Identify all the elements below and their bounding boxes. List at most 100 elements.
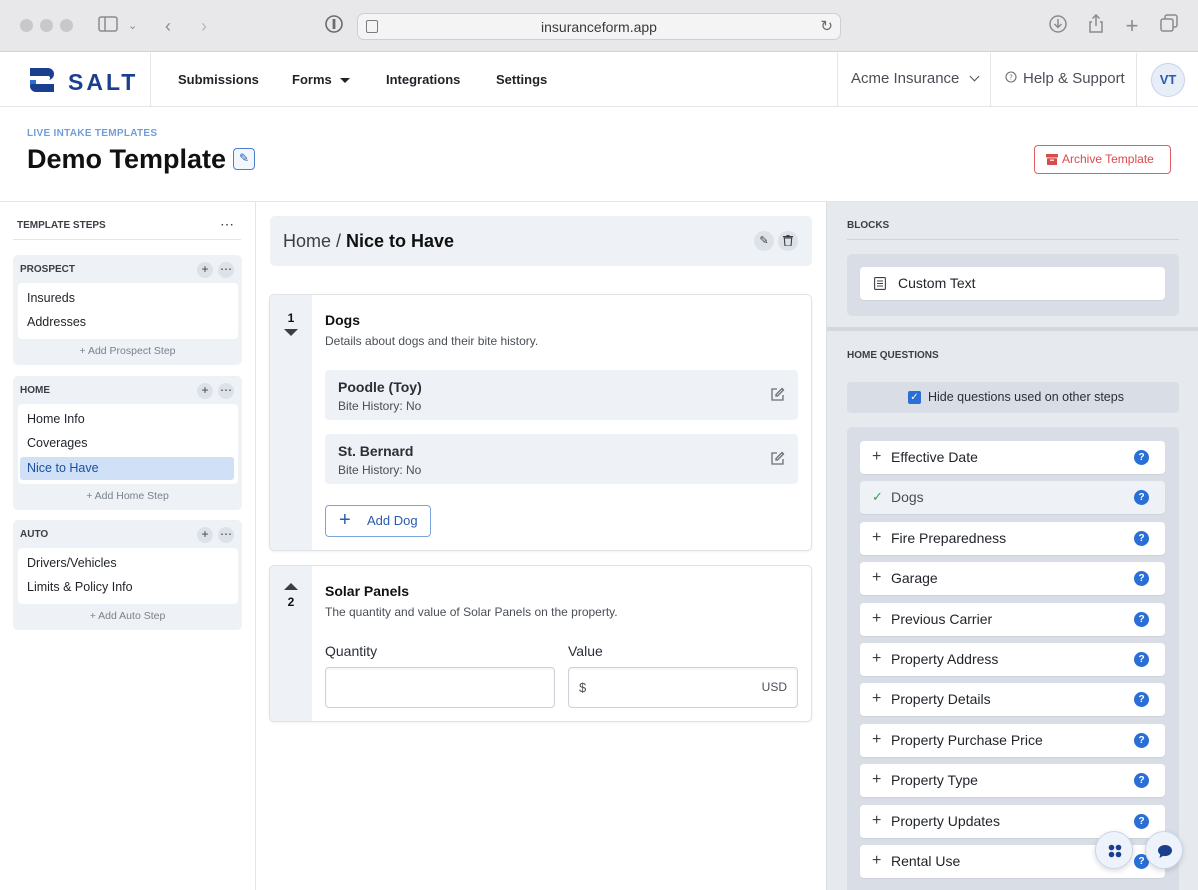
address-bar[interactable]: insuranceform.app ↻ (357, 13, 841, 40)
password-manager-icon[interactable] (324, 14, 344, 40)
pencil-icon[interactable]: ✎ (754, 231, 774, 251)
question-label: Property Details (891, 691, 991, 708)
help-icon[interactable]: ? (1134, 773, 1149, 789)
move-down-icon[interactable] (284, 329, 298, 336)
help-icon[interactable]: ? (1134, 450, 1149, 465)
chevron-down-icon[interactable]: ⌄ (128, 14, 137, 38)
nav-settings[interactable]: Settings (496, 72, 547, 87)
sidebar-toggle-icon[interactable] (97, 14, 119, 38)
edit-icon[interactable] (770, 387, 785, 402)
step-item-addresses[interactable]: Addresses (20, 311, 234, 334)
archive-label: Archive Template (1062, 152, 1154, 166)
quantity-input[interactable] (325, 667, 555, 708)
home-question-item[interactable]: + Effective Date? (860, 441, 1165, 474)
help-icon[interactable]: ? (1134, 530, 1149, 546)
checkbox-checked-icon[interactable]: ✓ (908, 391, 921, 404)
more-options-icon[interactable]: ⋯ (218, 383, 234, 399)
zoom-window-button[interactable] (60, 19, 73, 32)
share-icon[interactable] (1086, 13, 1106, 40)
salt-logo-icon (30, 68, 54, 92)
block-label: Custom Text (898, 275, 976, 291)
home-question-item[interactable]: + Property Type? (860, 764, 1165, 798)
home-question-item[interactable]: + Previous Carrier? (860, 602, 1165, 636)
download-icon[interactable] (1048, 14, 1068, 40)
close-window-button[interactable] (20, 19, 33, 32)
help-icon[interactable]: ? (1134, 732, 1149, 748)
forward-icon[interactable]: › (196, 14, 212, 38)
add-step-icon[interactable]: + (197, 383, 213, 399)
add-prospect-step-link[interactable]: + Add Prospect Step (13, 345, 242, 357)
home-question-item[interactable]: + Property Details? (860, 683, 1165, 717)
step-item-home-info[interactable]: Home Info (20, 408, 234, 431)
question-description: The quantity and value of Solar Panels o… (325, 605, 618, 619)
edit-icon[interactable] (770, 451, 785, 466)
move-up-icon[interactable] (284, 583, 298, 590)
new-tab-icon[interactable]: + (1122, 14, 1142, 38)
add-step-icon[interactable]: + (197, 527, 213, 543)
add-dog-button[interactable]: + Add Dog (325, 505, 431, 537)
back-icon[interactable]: ‹ (160, 14, 176, 38)
minimize-window-button[interactable] (40, 19, 53, 32)
reload-icon[interactable]: ↻ (820, 17, 833, 35)
home-question-item[interactable]: + Garage? (860, 562, 1165, 596)
sidebar-heading: TEMPLATE STEPS (17, 220, 106, 231)
chat-bubble-icon (1158, 845, 1172, 858)
step-item-drivers-vehicles[interactable]: Drivers/Vehicles (20, 552, 234, 575)
help-icon[interactable]: ? (1134, 571, 1149, 587)
home-questions-heading: HOME QUESTIONS (847, 350, 939, 361)
home-question-item[interactable]: + Fire Preparedness? (860, 521, 1165, 555)
question-card-solar-panels: 2 Solar Panels The quantity and value of… (269, 565, 812, 722)
step-group-home: HOME + ⋯ Home Info Coverages Nice to Hav… (13, 376, 242, 510)
step-item-insureds[interactable]: Insureds (20, 287, 234, 310)
plus-icon: + (872, 852, 882, 869)
more-options-icon[interactable]: ⋯ (218, 262, 234, 278)
dog-entry: St. Bernard Bite History: No (325, 434, 798, 484)
custom-text-block[interactable]: Custom Text (860, 267, 1165, 300)
question-label: Effective Date (891, 449, 978, 465)
step-item-limits-policy[interactable]: Limits & Policy Info (20, 576, 234, 599)
help-icon[interactable]: ? (1134, 813, 1149, 829)
breadcrumb-parent[interactable]: Home / (283, 231, 341, 252)
archive-template-button[interactable]: Archive Template (1034, 145, 1171, 174)
edit-title-button[interactable]: ✎ (233, 148, 255, 170)
help-icon[interactable]: ? (1134, 490, 1149, 506)
hide-used-questions-toggle[interactable]: ✓ Hide questions used on other steps (847, 382, 1179, 413)
more-options-icon[interactable]: ⋯ (220, 216, 234, 233)
nav-integrations[interactable]: Integrations (386, 72, 460, 87)
help-icon[interactable]: ? (1134, 692, 1149, 708)
tab-overview-icon[interactable] (1159, 14, 1179, 38)
home-questions-list: + Effective Date? ✓ Dogs? + Fire Preparedness… (847, 427, 1179, 890)
question-label: Previous Carrier (891, 610, 993, 627)
avatar[interactable]: VT (1151, 63, 1185, 97)
currency-prefix: $ (579, 680, 587, 695)
breadcrumb-eyebrow[interactable]: LIVE INTAKE TEMPLATES (27, 128, 157, 139)
help-icon[interactable]: ? (1134, 652, 1149, 667)
help-support-link[interactable]: ? Help & Support (1005, 70, 1125, 87)
quantity-label: Quantity (325, 643, 378, 659)
chat-button[interactable] (1145, 831, 1183, 869)
salt-logo[interactable]: SALT (26, 64, 146, 96)
add-auto-step-link[interactable]: + Add Auto Step (13, 610, 242, 622)
divider (13, 239, 241, 240)
home-question-item[interactable]: ✓ Dogs? (860, 481, 1165, 515)
home-question-item[interactable]: + Property Address? (860, 643, 1165, 676)
more-options-icon[interactable]: ⋯ (218, 527, 234, 543)
step-list: Home Info Coverages Nice to Have (18, 404, 238, 484)
step-item-nice-to-have[interactable]: Nice to Have (20, 457, 234, 480)
step-item-coverages[interactable]: Coverages (20, 432, 234, 455)
nav-submissions[interactable]: Submissions (178, 72, 259, 87)
question-label: Garage (891, 570, 938, 587)
home-question-item[interactable]: + Property Purchase Price? (860, 723, 1165, 757)
trash-icon[interactable] (778, 231, 798, 251)
add-home-step-link[interactable]: + Add Home Step (13, 490, 242, 502)
help-icon[interactable]: ? (1134, 611, 1149, 627)
add-step-icon[interactable]: + (197, 262, 213, 278)
divider (150, 53, 151, 107)
apps-button[interactable] (1095, 831, 1133, 869)
nav-forms[interactable]: Forms (292, 72, 350, 87)
dog-bite-history: Bite History: No (338, 399, 422, 413)
org-switcher[interactable]: Acme Insurance (851, 70, 980, 87)
value-input[interactable]: $ USD (568, 667, 798, 708)
question-label: Property Address (891, 651, 999, 667)
blocks-list: Custom Text (847, 254, 1179, 316)
